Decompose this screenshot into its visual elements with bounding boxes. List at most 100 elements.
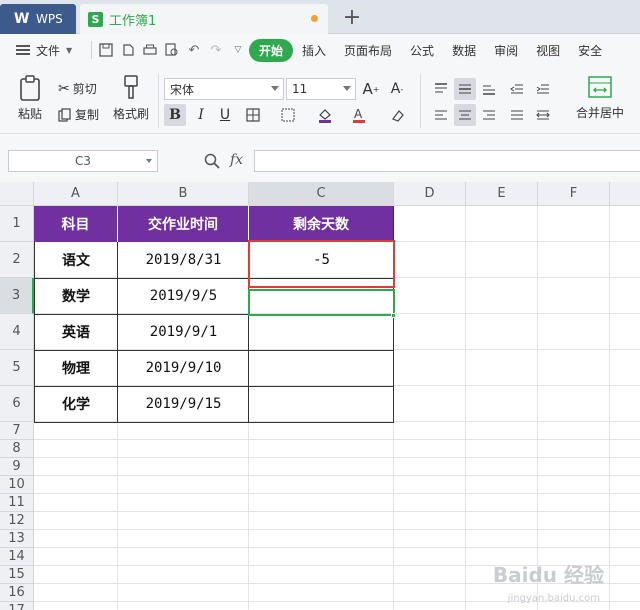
row-header-1[interactable]: 1 <box>0 206 34 242</box>
row-header-13[interactable]: 13 <box>0 530 34 548</box>
paste-button[interactable]: 粘贴 <box>12 74 48 122</box>
header-cell-subject[interactable]: 科目 <box>34 206 118 242</box>
row-header-3[interactable]: 3 <box>0 278 34 314</box>
spreadsheet-grid[interactable]: A B C D E F 1 2 3 4 5 6 7 8 9 10 11 12 1… <box>0 182 640 610</box>
fill-handle[interactable] <box>391 313 396 318</box>
align-left-icon[interactable] <box>430 104 452 126</box>
align-center-icon[interactable] <box>454 104 476 126</box>
name-box[interactable]: C3 <box>8 150 158 172</box>
menu-home[interactable]: 开始 <box>249 38 294 62</box>
row-header-8[interactable]: 8 <box>0 440 34 458</box>
column-header-a[interactable]: A <box>34 182 118 206</box>
merge-center-button[interactable]: 合并居中 <box>568 74 632 121</box>
bold-button[interactable]: B <box>164 104 186 126</box>
decrease-font-size-icon[interactable]: A- <box>386 78 408 100</box>
tab-bar: W WPS S 工作簿1 + <box>0 0 640 34</box>
align-middle-icon[interactable] <box>454 78 476 100</box>
row-header-4[interactable]: 4 <box>0 314 34 350</box>
zoom-magnifier-icon[interactable] <box>204 153 220 173</box>
row-header-15[interactable]: 15 <box>0 566 34 584</box>
redo-icon[interactable]: ↷ <box>205 39 227 61</box>
column-header-b[interactable]: B <box>118 182 249 206</box>
increase-indent-icon[interactable] <box>532 78 554 100</box>
cell-a5[interactable]: 物理 <box>34 350 118 386</box>
row-header-14[interactable]: 14 <box>0 548 34 566</box>
cell-c6[interactable] <box>249 386 394 422</box>
wps-app-tab[interactable]: W WPS <box>0 4 76 34</box>
active-cell-selection[interactable] <box>248 289 395 316</box>
menu-page-layout[interactable]: 页面布局 <box>335 42 401 59</box>
cell-b6[interactable]: 2019/9/15 <box>118 386 249 422</box>
menu-insert[interactable]: 插入 <box>293 42 335 59</box>
row-header-9[interactable]: 9 <box>0 458 34 476</box>
row-header-17[interactable]: 17 <box>0 602 34 610</box>
save-icon[interactable] <box>95 39 117 61</box>
column-header-c[interactable]: C <box>249 182 394 206</box>
decrease-indent-icon[interactable] <box>506 78 528 100</box>
cell-a4[interactable]: 英语 <box>34 314 118 350</box>
align-bottom-icon[interactable] <box>478 78 500 100</box>
paintbrush-icon <box>124 75 138 99</box>
undo-icon[interactable]: ↶ <box>183 39 205 61</box>
font-size-select[interactable]: 11 <box>286 78 356 100</box>
cell-a3[interactable]: 数学 <box>34 278 118 314</box>
menu-view[interactable]: 视图 <box>527 42 569 59</box>
italic-button[interactable]: I <box>190 104 212 126</box>
increase-font-size-icon[interactable]: A + <box>360 78 382 100</box>
format-painter-button[interactable]: 格式刷 <box>110 74 152 122</box>
select-all-corner[interactable] <box>0 182 34 206</box>
cut-button[interactable]: ✂ 剪切 <box>58 80 97 97</box>
row-header-10[interactable]: 10 <box>0 476 34 494</box>
cell-b5[interactable]: 2019/9/10 <box>118 350 249 386</box>
underline-button[interactable]: U <box>214 104 236 126</box>
distributed-align-icon[interactable] <box>532 104 554 126</box>
quick-access-dropdown-icon[interactable]: ▽ <box>227 39 249 61</box>
spreadsheet-icon: S <box>88 11 103 27</box>
align-top-icon[interactable] <box>430 78 452 100</box>
menu-review[interactable]: 审阅 <box>485 42 527 59</box>
document-tab[interactable]: S 工作簿1 <box>80 4 328 34</box>
menu-data[interactable]: 数据 <box>443 42 485 59</box>
copy-icon <box>58 107 71 122</box>
row-header-6[interactable]: 6 <box>0 386 34 422</box>
cell-a6[interactable]: 化学 <box>34 386 118 422</box>
row-header-16[interactable]: 16 <box>0 584 34 602</box>
column-header-e[interactable]: E <box>466 182 538 206</box>
insert-function-icon[interactable]: fx <box>230 152 243 168</box>
header-cell-days-left[interactable]: 剩余天数 <box>249 206 394 242</box>
font-color-icon[interactable]: A <box>348 104 370 126</box>
align-right-icon[interactable] <box>478 104 500 126</box>
print-icon[interactable] <box>139 39 161 61</box>
row-header-2[interactable]: 2 <box>0 242 34 278</box>
cell-a2[interactable]: 语文 <box>34 242 118 278</box>
clear-format-icon[interactable] <box>386 104 408 126</box>
cell-b2[interactable]: 2019/8/31 <box>118 242 249 278</box>
header-cell-due-date[interactable]: 交作业时间 <box>118 206 249 242</box>
menu-formulas[interactable]: 公式 <box>401 42 443 59</box>
copy-button[interactable]: 复制 <box>58 106 99 123</box>
file-menu[interactable]: 文件 ▼ <box>0 42 88 59</box>
column-header-g[interactable] <box>610 182 640 206</box>
borders-icon[interactable] <box>242 104 264 126</box>
cell-style-icon[interactable] <box>278 104 300 126</box>
fill-color-icon[interactable] <box>314 104 336 126</box>
wps-logo-icon: W <box>14 11 30 27</box>
row-header-11[interactable]: 11 <box>0 494 34 512</box>
justify-icon[interactable] <box>506 104 528 126</box>
print-preview-icon[interactable] <box>161 39 183 61</box>
row-header-5[interactable]: 5 <box>0 350 34 386</box>
new-tab-button[interactable]: + <box>340 4 364 30</box>
cell-b3[interactable]: 2019/9/5 <box>118 278 249 314</box>
column-header-d[interactable]: D <box>394 182 466 206</box>
cell-c4[interactable] <box>249 314 394 350</box>
row-header-12[interactable]: 12 <box>0 512 34 530</box>
font-name-select[interactable]: 宋体 <box>164 78 284 100</box>
cell-c5[interactable] <box>249 350 394 386</box>
formula-input[interactable] <box>254 150 640 172</box>
row-header-7[interactable]: 7 <box>0 422 34 440</box>
menu-security[interactable]: 安全 <box>569 42 611 59</box>
format-painter-label: 格式刷 <box>112 107 149 121</box>
export-pdf-icon[interactable] <box>117 39 139 61</box>
column-header-f[interactable]: F <box>538 182 610 206</box>
cell-b4[interactable]: 2019/9/1 <box>118 314 249 350</box>
